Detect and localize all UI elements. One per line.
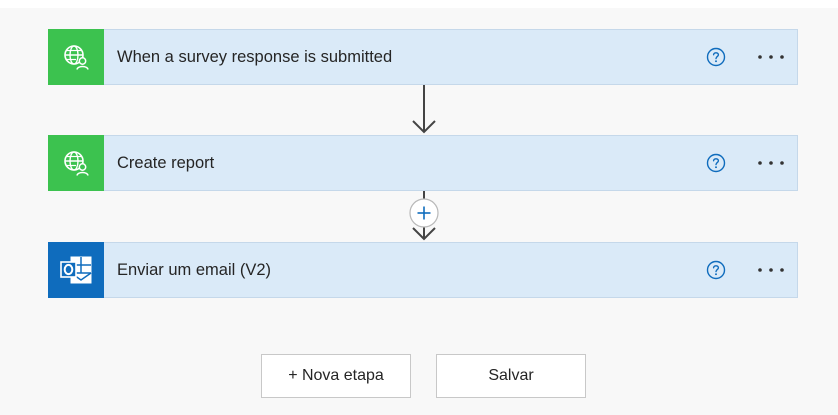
save-button[interactable]: Salvar — [436, 354, 586, 398]
globe-person-icon — [48, 28, 104, 85]
connector-arrow — [412, 85, 436, 134]
plus-circle-icon[interactable] — [408, 197, 440, 229]
top-strip — [0, 0, 838, 8]
new-step-button[interactable]: + Nova etapa — [261, 354, 411, 398]
question-circle-icon[interactable] — [706, 260, 726, 280]
flow-designer-canvas: When a survey response is submitted Crea… — [0, 0, 838, 415]
step-title[interactable]: Create report — [117, 154, 706, 173]
step-card-create-report[interactable]: Create report — [48, 134, 798, 191]
ellipsis-icon[interactable] — [757, 260, 785, 280]
step-card-trigger[interactable]: When a survey response is submitted — [48, 28, 798, 85]
question-circle-icon[interactable] — [706, 47, 726, 67]
globe-person-icon — [48, 134, 104, 191]
outlook-icon — [48, 241, 104, 298]
step-card-send-email[interactable]: Enviar um email (V2) — [48, 241, 798, 298]
question-circle-icon[interactable] — [706, 153, 726, 173]
ellipsis-icon[interactable] — [757, 153, 785, 173]
step-title[interactable]: When a survey response is submitted — [117, 48, 706, 67]
step-title[interactable]: Enviar um email (V2) — [117, 261, 706, 280]
ellipsis-icon[interactable] — [757, 47, 785, 67]
